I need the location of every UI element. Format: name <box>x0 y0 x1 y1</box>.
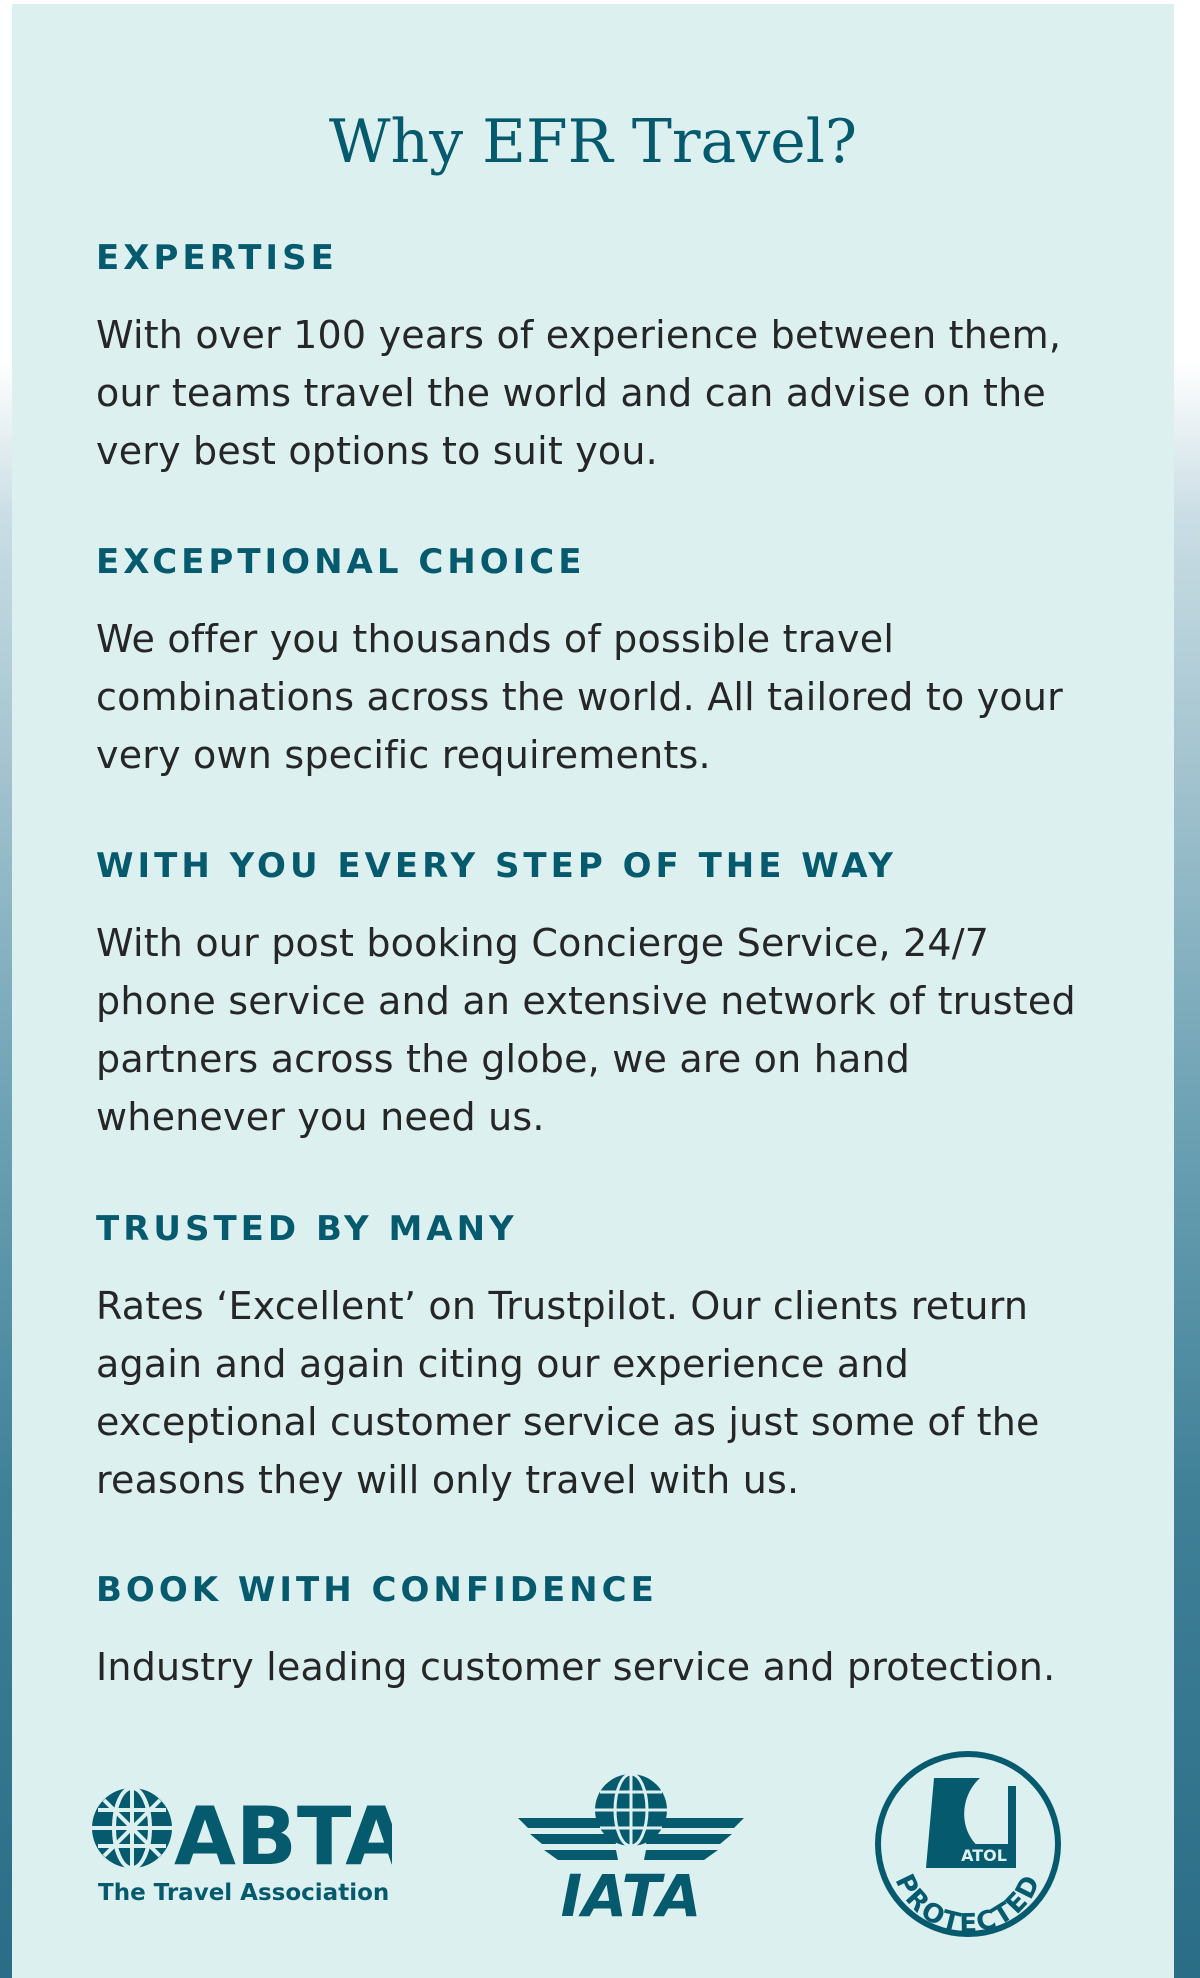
abta-name: ABTA <box>174 1790 392 1883</box>
section-body: Industry leading customer service and pr… <box>96 1645 1056 1689</box>
section-heading: BOOK WITH CONFIDENCE <box>96 1570 658 1610</box>
section-heading: WITH YOU EVERY STEP OF THE WAY <box>96 846 897 886</box>
iata-logo: IATA <box>518 1772 744 1922</box>
section-book-with-confidence: BOOK WITH CONFIDENCE Industry leading cu… <box>96 1568 1096 1696</box>
section-trusted: TRUSTED BY MANY Rates ‘Excellent’ on Tru… <box>96 1207 1096 1509</box>
section-heading: EXCEPTIONAL CHOICE <box>96 542 586 582</box>
section-every-step: WITH YOU EVERY STEP OF THE WAY With our … <box>96 844 1096 1146</box>
page-title: Why EFR Travel? <box>328 107 858 177</box>
why-efr-card: Why EFR Travel? EXPERTISE With over 100 … <box>12 4 1174 1978</box>
accreditation-logos: ABTA The Travel Association IATA ATOL PR… <box>12 1744 1174 1944</box>
svg-text:PROTECTED: PROTECTED <box>889 1869 1048 1939</box>
section-heading: EXPERTISE <box>96 238 338 278</box>
abta-tagline: The Travel Association <box>98 1880 389 1906</box>
section-body: With over 100 years of experience betwee… <box>96 313 1062 473</box>
section-exceptional-choice: EXCEPTIONAL CHOICE We offer you thousand… <box>96 540 1096 784</box>
atol-logo: ATOL PROTECTED <box>875 1751 1061 1939</box>
section-body: We offer you thousands of possible trave… <box>96 617 1063 777</box>
atol-tagline: PROTECTED <box>889 1869 1046 1939</box>
abta-logo: ABTA The Travel Association <box>92 1786 392 1906</box>
section-heading: TRUSTED BY MANY <box>96 1209 518 1249</box>
iata-name: IATA <box>561 1862 702 1922</box>
section-body: Rates ‘Excellent’ on Trustpilot. Our cli… <box>96 1284 1040 1502</box>
atol-name: ATOL <box>961 1846 1007 1865</box>
section-body: With our post booking Concierge Service,… <box>96 921 1076 1139</box>
section-expertise: EXPERTISE With over 100 years of experie… <box>96 236 1096 480</box>
